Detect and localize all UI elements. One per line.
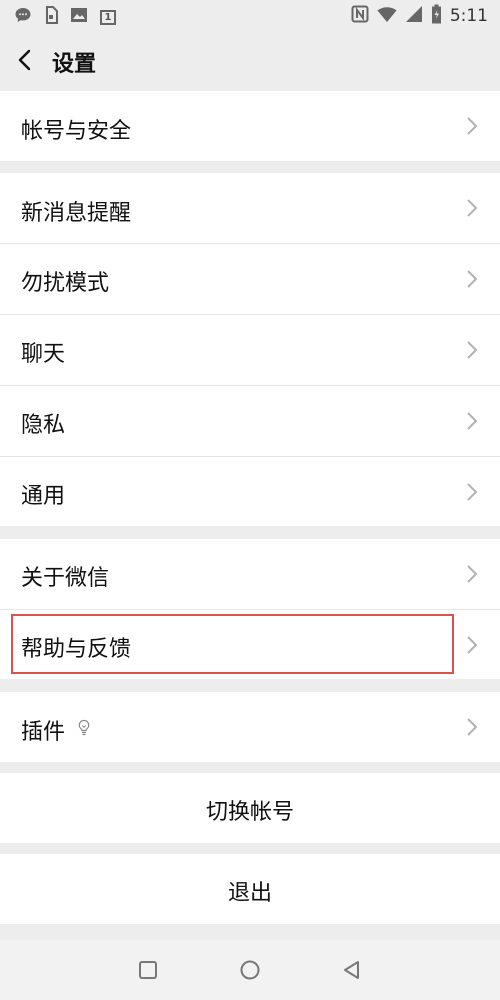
menu-item-label: 新消息提醒 <box>21 201 132 226</box>
menu-item-label: 隐私 <box>21 413 66 438</box>
menu-item-general[interactable]: 通用 <box>0 457 500 526</box>
chevron-right-icon <box>467 565 478 583</box>
recent-apps-square-icon[interactable] <box>136 958 160 982</box>
nav-bar: 设置 <box>0 32 500 90</box>
menu-item-label: 插件 <box>21 720 66 745</box>
chevron-right-icon <box>467 117 478 135</box>
menu-item-label: 帮助与反馈 <box>21 637 132 662</box>
chevron-right-icon <box>467 412 478 430</box>
menu-item-help-feedback[interactable]: 帮助与反馈 <box>0 610 500 679</box>
image-icon <box>70 7 88 27</box>
switch-account-label: 切换帐号 <box>205 800 294 825</box>
menu-item-label: 通用 <box>21 484 66 509</box>
menu-item-chats[interactable]: 聊天 <box>0 315 500 385</box>
back-button[interactable] <box>10 44 42 76</box>
status-bar: 1 5:11 <box>0 0 500 32</box>
chevron-right-icon <box>467 199 478 217</box>
menu-item-label: 勿扰模式 <box>21 271 110 296</box>
sim-card-icon <box>44 6 58 28</box>
notification-count-icon: 1 <box>100 9 116 25</box>
chevron-right-icon <box>467 270 478 288</box>
menu-item-label: 帐号与安全 <box>21 119 132 144</box>
chevron-right-icon <box>467 718 478 736</box>
menu-item-plugins[interactable]: 插件 <box>0 692 500 762</box>
page-title: 设置 <box>52 52 97 77</box>
chevron-right-icon <box>467 636 478 654</box>
home-circle-icon[interactable] <box>238 958 262 982</box>
menu-item-account-security[interactable]: 帐号与安全 <box>0 91 500 161</box>
lightbulb-icon <box>78 719 90 736</box>
chevron-right-icon <box>467 341 478 359</box>
logout-label: 退出 <box>227 881 272 906</box>
system-nav-bar <box>0 940 500 1000</box>
signal-icon <box>405 5 423 27</box>
status-time: 5:11 <box>449 6 488 26</box>
menu-item-label: 关于微信 <box>21 566 110 591</box>
menu-item-new-message-alerts[interactable]: 新消息提醒 <box>0 173 500 243</box>
menu-item-do-not-disturb[interactable]: 勿扰模式 <box>0 244 500 314</box>
switch-account-button[interactable]: 切换帐号 <box>0 773 500 843</box>
status-bar-left: 1 <box>14 6 116 28</box>
nfc-icon <box>351 5 369 27</box>
menu-item-about[interactable]: 关于微信 <box>0 539 500 609</box>
menu-item-label: 聊天 <box>21 342 66 367</box>
chat-bubble-icon <box>14 6 32 28</box>
wifi-icon <box>377 5 397 27</box>
chevron-right-icon <box>467 483 478 501</box>
status-bar-right: 5:11 <box>351 4 488 28</box>
battery-icon <box>431 4 442 28</box>
chevron-left-icon <box>18 49 31 71</box>
menu-item-privacy[interactable]: 隐私 <box>0 386 500 456</box>
logout-button[interactable]: 退出 <box>0 854 500 924</box>
back-triangle-icon[interactable] <box>340 958 364 982</box>
